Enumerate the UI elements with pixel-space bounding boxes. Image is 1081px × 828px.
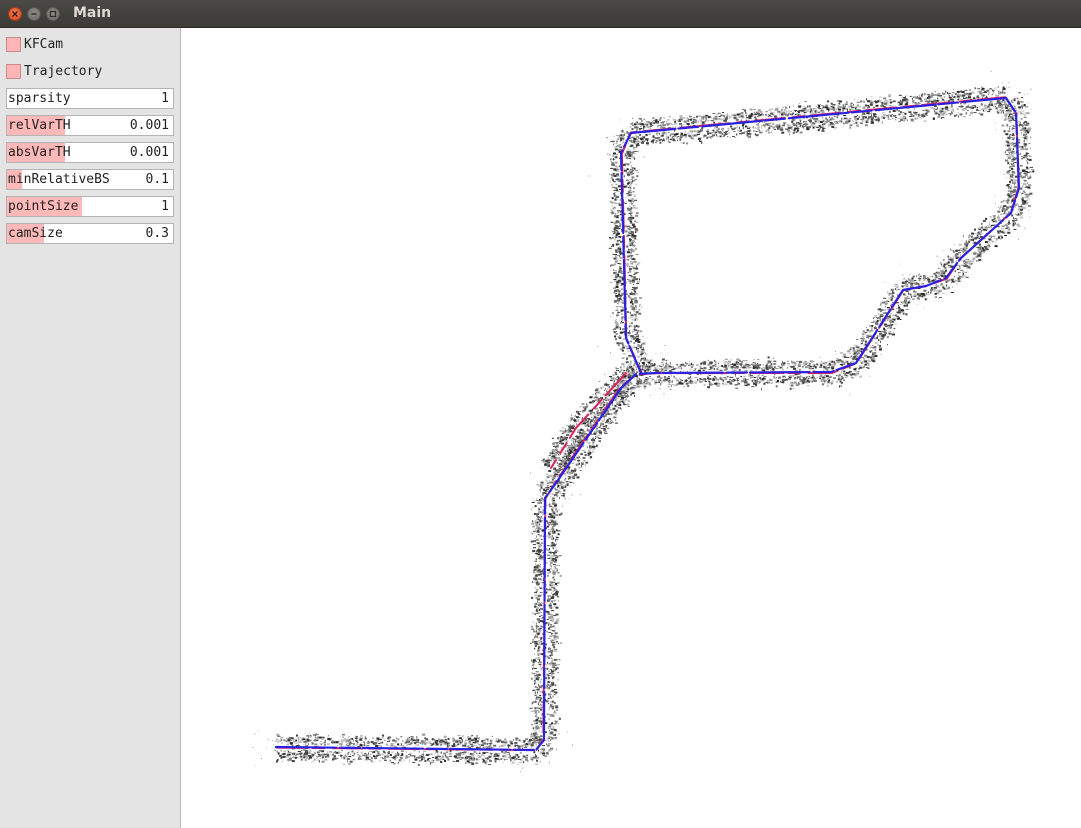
slider-label: sparsity <box>8 91 71 106</box>
slider-value: 0.3 <box>145 226 169 241</box>
slider-value: 0.1 <box>145 172 169 187</box>
point-cloud-map <box>252 71 1035 773</box>
map-viewport[interactable] <box>181 28 1081 828</box>
absvarth-slider[interactable]: absVarTH 0.001 <box>6 142 174 163</box>
slider-value: 0.001 <box>129 145 169 160</box>
trajectory <box>274 96 1021 752</box>
maximize-window-button[interactable] <box>46 7 60 21</box>
slider-value: 1 <box>161 199 169 214</box>
slider-label: minRelativeBS <box>8 172 110 187</box>
pointsize-slider[interactable]: pointSize 1 <box>6 196 174 217</box>
trajectory-keyframe-path <box>274 96 1021 752</box>
slider-label: camSize <box>8 226 63 241</box>
minrelativebs-slider[interactable]: minRelativeBS 0.1 <box>6 169 174 190</box>
relvarth-slider[interactable]: relVarTH 0.001 <box>6 115 174 136</box>
camsize-slider[interactable]: camSize 0.3 <box>6 223 174 244</box>
point-cloud <box>252 71 1035 773</box>
window-title: Main <box>73 5 112 21</box>
slider-label: relVarTH <box>8 118 71 133</box>
minimize-icon <box>31 13 37 15</box>
slider-label: absVarTH <box>8 145 71 160</box>
sparsity-slider[interactable]: sparsity 1 <box>6 88 174 109</box>
window-titlebar[interactable]: Main <box>0 0 1081 28</box>
control-panel: KFCam Trajectory sparsity 1 relVarTH 0.0… <box>0 28 181 828</box>
slider-value: 0.001 <box>129 118 169 133</box>
close-icon <box>12 11 18 17</box>
trajectory-estimate-path <box>275 96 1020 752</box>
slider-value: 1 <box>161 91 169 106</box>
trajectory-checkbox[interactable] <box>6 64 21 79</box>
slider-label: pointSize <box>8 199 79 214</box>
trajectory-label: Trajectory <box>24 64 103 79</box>
kfcam-checkbox[interactable] <box>6 37 21 52</box>
close-window-button[interactable] <box>8 7 22 21</box>
kfcam-label: KFCam <box>24 37 64 52</box>
maximize-icon <box>49 10 57 18</box>
minimize-window-button[interactable] <box>27 7 41 21</box>
